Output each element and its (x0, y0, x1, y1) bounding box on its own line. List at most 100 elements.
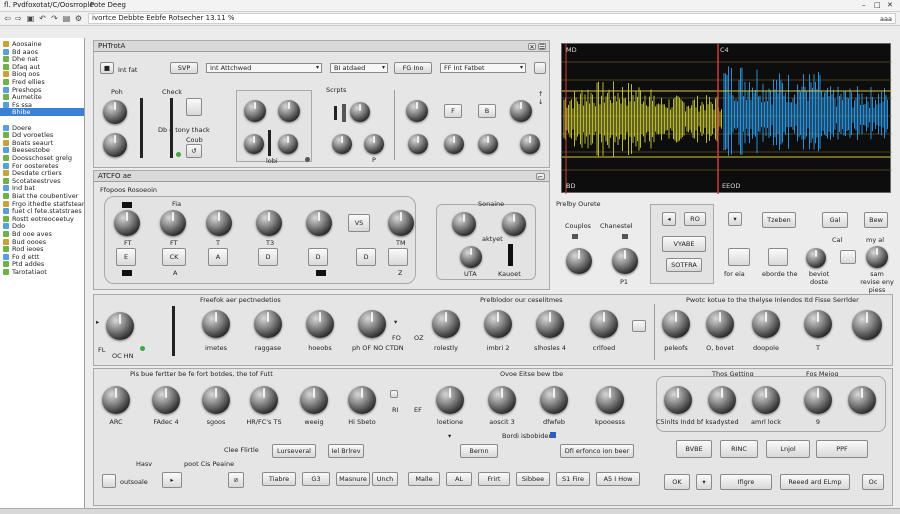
knob-b2[interactable] (332, 134, 352, 154)
redo-icon[interactable]: ↷ (50, 14, 59, 23)
iel-brlrev-button[interactable]: Iel Brlrev (328, 444, 364, 458)
row2-button[interactable]: Sibbee (516, 472, 550, 486)
ok-button[interactable]: OK (664, 474, 690, 490)
mid-knob-4[interactable] (256, 210, 282, 236)
row2-button[interactable]: Masnure (336, 472, 370, 486)
ppf-button[interactable]: PPF (816, 440, 868, 458)
mid-panel-close[interactable]: ⌐ (536, 173, 545, 180)
route-button[interactable]: ↺ (186, 144, 202, 158)
strip2-knob[interactable] (664, 386, 692, 414)
knob-c5[interactable] (478, 134, 498, 154)
fg-button[interactable]: FG Ino (394, 62, 432, 74)
dropdown-arrow-button[interactable]: ▾ (728, 212, 742, 226)
knob-b1[interactable] (350, 102, 370, 122)
ro-button[interactable]: RO (684, 212, 706, 226)
a-button[interactable]: A (208, 248, 228, 266)
knob-a1[interactable] (244, 100, 266, 122)
mid-knob-1[interactable] (114, 210, 140, 236)
mid-knob-5[interactable] (306, 210, 332, 236)
chanestel-knob[interactable] (612, 248, 638, 274)
vs-button[interactable]: VS (348, 214, 370, 232)
e-button[interactable]: E (116, 248, 136, 266)
fader-1[interactable] (140, 98, 143, 158)
save-icon[interactable]: ▤ (62, 14, 71, 23)
undo-icon[interactable]: ↶ (38, 14, 47, 23)
square-button-mid[interactable] (388, 248, 408, 266)
fatbet-select[interactable]: FF Int Fatbet (440, 63, 526, 73)
row2-button[interactable]: Frirt (478, 472, 510, 486)
row2-button[interactable]: AL (446, 472, 472, 486)
left-arrow-button[interactable]: ◂ (662, 212, 676, 226)
strip1-knob[interactable] (358, 310, 386, 338)
knob-a2[interactable] (278, 100, 300, 122)
minimize-icon[interactable]: – (862, 1, 866, 9)
sonaine-knob-2[interactable] (502, 212, 526, 236)
knob-a4[interactable] (278, 134, 298, 154)
strip1-knob[interactable] (254, 310, 282, 338)
knob-c6[interactable] (520, 134, 540, 154)
vyabe-button[interactable]: VYABE (662, 236, 706, 252)
panel-settings-button[interactable]: ☰ (538, 43, 546, 50)
ri-checkbox[interactable] (390, 390, 398, 398)
panel-close-button[interactable]: ✕ (528, 43, 536, 50)
stop-button[interactable]: ■ (100, 62, 114, 74)
knob-c1[interactable] (406, 100, 428, 122)
d-button-2[interactable]: D (308, 248, 328, 266)
sonaine-knob-1[interactable] (452, 212, 476, 236)
lurseveral-button[interactable]: Lurseveral (272, 444, 316, 458)
loop-button[interactable]: ⊘ (228, 472, 244, 488)
couples-knob[interactable] (566, 248, 592, 274)
row2-button[interactable]: Unch (372, 472, 398, 486)
mid-knob-2[interactable] (160, 210, 186, 236)
window-tab[interactable]: Pote Deeg (90, 1, 126, 9)
strip2-knob[interactable] (540, 386, 568, 414)
ck-button[interactable]: CK (162, 248, 186, 266)
close-icon[interactable]: ✕ (887, 1, 893, 9)
strip2-knob[interactable] (102, 386, 130, 414)
sam-knob[interactable] (866, 246, 888, 268)
back-icon[interactable]: ⇦ (3, 14, 12, 23)
tzeben-button[interactable]: Tzeben (762, 212, 796, 228)
menu-label[interactable]: aaa (880, 15, 892, 23)
mid-knob-6[interactable] (388, 210, 414, 236)
strip1-knob[interactable] (590, 310, 618, 338)
attach-select[interactable]: Int Attchwed (206, 63, 322, 73)
strip2-knob[interactable] (752, 386, 780, 414)
strip1-knob[interactable] (432, 310, 460, 338)
outeale-checkbox[interactable] (102, 474, 116, 488)
ifigre-button[interactable]: Ifigre (720, 474, 772, 490)
pitch-knob-1[interactable] (103, 100, 127, 124)
bi-select[interactable]: BI atdaed (330, 63, 388, 73)
strip1-knob[interactable] (752, 310, 780, 338)
strip2-knob[interactable] (708, 386, 736, 414)
d-button-1[interactable]: D (258, 248, 278, 266)
check-button[interactable] (186, 98, 202, 116)
knob-c2[interactable] (510, 100, 532, 122)
play-button[interactable]: ▸ (162, 472, 182, 488)
strip2-knob[interactable] (488, 386, 516, 414)
strip1-knob-main[interactable] (106, 312, 134, 340)
sonaine-knob-3[interactable] (460, 246, 482, 268)
rinc-button[interactable]: RINC (720, 440, 758, 458)
strip2-knob[interactable] (250, 386, 278, 414)
d-button-3[interactable]: D (356, 248, 376, 266)
strip1-small-btn[interactable] (632, 320, 646, 332)
strip2-knob[interactable] (596, 386, 624, 414)
row2-button[interactable]: G3 (302, 472, 330, 486)
strip1-knob[interactable] (662, 310, 690, 338)
knob-c4[interactable] (444, 134, 464, 154)
strip1-knob-end[interactable] (852, 310, 882, 340)
row2-button[interactable]: Tiabre (262, 472, 296, 486)
strip1-knob[interactable] (202, 310, 230, 338)
mid-knob-3[interactable] (206, 210, 232, 236)
knob-c3[interactable] (408, 134, 428, 154)
fader-4[interactable] (334, 106, 337, 120)
fader-3[interactable] (268, 130, 271, 156)
row2-button[interactable]: S1 Fire (556, 472, 590, 486)
f-button[interactable]: F (444, 104, 462, 118)
bvbe-button[interactable]: BVBE (676, 440, 712, 458)
strip2-knob[interactable] (348, 386, 376, 414)
strip1-knob[interactable] (484, 310, 512, 338)
strip2-knob[interactable] (152, 386, 180, 414)
fader-strip1[interactable] (172, 306, 175, 356)
